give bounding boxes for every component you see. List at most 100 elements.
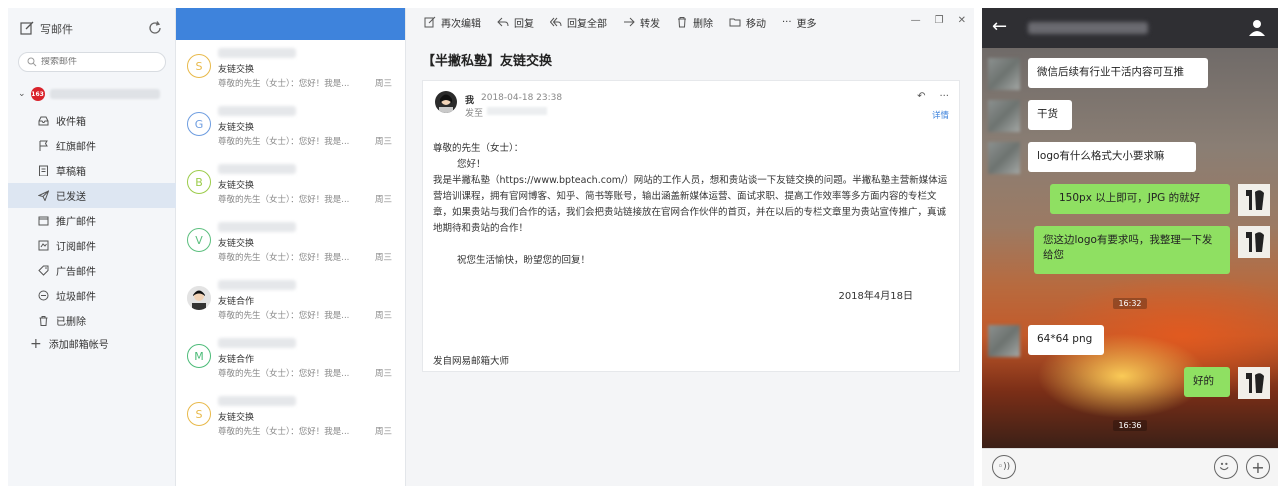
sender-redacted (218, 396, 296, 406)
delete-button[interactable]: 删除 (676, 15, 713, 30)
contact-avatar[interactable] (988, 142, 1020, 174)
mail-from: 我 (465, 96, 475, 106)
folder-label: 收件箱 (56, 117, 86, 128)
message-preview: 尊敬的先生（女士）：您好！我是... (218, 427, 350, 437)
contact-avatar[interactable] (988, 325, 1020, 357)
chat-timestamp-text: 16:32 (1113, 298, 1147, 309)
folder-item[interactable]: 已删除 (8, 308, 176, 333)
message-list-item[interactable]: G 友链交换尊敬的先生（女士）：您好！我是... 周三 (176, 98, 405, 156)
message-list-item[interactable]: S 友链交换 尊敬的先生（女士）：您好！我是... 周三 (176, 40, 405, 98)
more-dots-icon: ··· (782, 16, 792, 28)
contact-avatar[interactable] (988, 100, 1020, 132)
refresh-icon[interactable] (147, 20, 163, 36)
compose-icon (20, 21, 34, 38)
move-button[interactable]: 移动 (729, 15, 766, 30)
message-list: 【半撇私塾】友链交换尊敬的先生（女士）：您好！我是...周三S友链交换尊敬的先生… (176, 8, 406, 486)
more-label: 更多 (796, 18, 817, 30)
reply-icon (497, 17, 509, 27)
mail-subject-title: 【半撇私塾】友链交换 (422, 54, 553, 69)
flag-icon (39, 140, 48, 151)
folder-item[interactable]: 垃圾邮件 (8, 283, 176, 308)
folder-item[interactable]: 订阅邮件 (8, 233, 176, 258)
promo-icon (38, 216, 49, 226)
wechat-panel: ← 微信后续有行业干活内容可互推 干货 logo有什么格式大小要求嘛 150px 以上… (982, 8, 1278, 486)
forward-label: 转发 (640, 18, 660, 30)
folder-item[interactable]: 已发送 (8, 183, 176, 208)
person-icon[interactable] (1248, 18, 1266, 36)
contact-avatar[interactable] (988, 58, 1020, 90)
message-day: 周三 (374, 427, 392, 437)
window-controls: — ❐ ✕ (911, 15, 966, 26)
restore-icon[interactable]: ❐ (935, 15, 944, 26)
draft-icon (39, 165, 48, 176)
contact-name-redacted (1028, 22, 1148, 34)
message-list-item[interactable]: S 友链交换 尊敬的先生（女士）：您好！我是... 周三 (176, 388, 405, 446)
folder-sidebar: 写邮件 ⌄ 163 收件箱红旗邮件草稿箱已发送推广邮件订阅邮件广告邮件垃圾邮件已… (8, 8, 176, 486)
my-avatar[interactable] (1238, 367, 1270, 399)
chat-timestamp-text: 16:36 (1113, 420, 1147, 431)
outgoing-message[interactable]: 150px 以上即可，JPG 的就好 (1050, 184, 1230, 214)
reply-button[interactable]: 回复 (497, 15, 534, 30)
folder-item[interactable]: 红旗邮件 (8, 133, 176, 158)
message-preview: 尊敬的先生（女士）：您好！我是... (218, 137, 350, 147)
sender-initial-avatar: V (187, 228, 211, 252)
back-arrow-icon[interactable]: ← (992, 18, 1007, 36)
incoming-message[interactable]: 64*64 png (1028, 325, 1104, 355)
chevron-down-icon: ⌄ (18, 89, 26, 99)
account-row[interactable]: ⌄ 163 (18, 84, 170, 104)
reply-all-label: 回复全部 (567, 18, 607, 30)
quick-reply-icon[interactable]: ↶ (917, 91, 925, 102)
message-subject: 友链合作 (218, 355, 255, 365)
folder-label: 已删除 (56, 317, 86, 328)
message-preview: 尊敬的先生（女士）：您好！我是... (218, 8, 358, 10)
plus-icon[interactable]: + (1246, 455, 1270, 479)
close-icon[interactable]: ✕ (958, 15, 966, 26)
sender-initial-avatar: S (187, 54, 211, 78)
mail-to-label: 发至 (465, 109, 484, 119)
message-preview: 尊敬的先生（女士）：您好！我是... (218, 311, 350, 321)
message-preview: 尊敬的先生（女士）：您好！我是... (218, 253, 350, 263)
search-input[interactable] (41, 57, 161, 67)
folder-item[interactable]: 草稿箱 (8, 158, 176, 183)
reply-all-button[interactable]: 回复全部 (550, 15, 607, 30)
more-dots-icon[interactable]: ··· (939, 91, 949, 102)
folder-label: 广告邮件 (56, 267, 96, 278)
my-avatar[interactable] (1238, 184, 1270, 216)
add-account-button[interactable]: + 添加邮箱帐号 (30, 336, 109, 352)
details-link[interactable]: 详情 (932, 109, 949, 121)
voice-icon[interactable]: ◦)) (992, 455, 1016, 479)
message-subject: 友链交换 (218, 123, 255, 133)
incoming-message[interactable]: 干货 (1028, 100, 1072, 130)
mail-sign-date: 2018年4月18日 (838, 291, 913, 302)
reedit-button[interactable]: 再次编辑 (424, 15, 481, 30)
message-list-item[interactable]: M 友链合作 尊敬的先生（女士）：您好！我是... 周三 (176, 330, 405, 388)
emoji-icon[interactable] (1214, 455, 1238, 479)
more-button[interactable]: ··· 更多 (782, 15, 817, 30)
folder-item[interactable]: 收件箱 (8, 108, 176, 133)
message-list-item[interactable]: 【半撇私塾】友链交换尊敬的先生（女士）：您好！我是...周三 (176, 8, 405, 40)
incoming-message[interactable]: 微信后续有行业干活内容可互推 (1028, 58, 1208, 88)
forward-button[interactable]: 转发 (623, 15, 660, 30)
folder-item[interactable]: 推广邮件 (8, 208, 176, 233)
message-day: 周三 (374, 137, 392, 147)
outgoing-message[interactable]: 您这边logo有要求吗，我整理一下发给您 (1034, 226, 1230, 274)
message-list-item[interactable]: 友链合作 尊敬的先生（女士）：您好！我是... 周三 (176, 272, 405, 330)
my-avatar[interactable] (1238, 226, 1270, 258)
folder-label: 推广邮件 (56, 217, 96, 228)
compose-button[interactable]: 写邮件 (20, 16, 73, 42)
sender-initial-avatar: S (187, 402, 211, 426)
message-list-item[interactable]: V 友链交换 尊敬的先生（女士）：您好！我是... 周三 (176, 214, 405, 272)
edit-icon (424, 16, 436, 28)
trash-icon (39, 316, 48, 326)
netease-163-logo: 163 (30, 87, 45, 101)
incoming-message[interactable]: logo有什么格式大小要求嘛 (1028, 142, 1196, 172)
minimize-icon[interactable]: — (911, 15, 921, 26)
move-folder-icon (729, 18, 741, 27)
folder-item[interactable]: 广告邮件 (8, 258, 176, 283)
sender-initial-avatar: G (187, 112, 211, 136)
folder-list: 收件箱红旗邮件 草稿箱 已发送推广邮件订阅邮件广告邮件垃圾邮件已删除 (8, 108, 176, 333)
sender-initial-avatar: M (187, 344, 211, 368)
outgoing-message[interactable]: 好的 (1184, 367, 1230, 397)
message-list-item[interactable]: B 友链交换 尊敬的先生（女士）：您好！我是... 周三 (176, 156, 405, 214)
reedit-label: 再次编辑 (441, 18, 481, 30)
